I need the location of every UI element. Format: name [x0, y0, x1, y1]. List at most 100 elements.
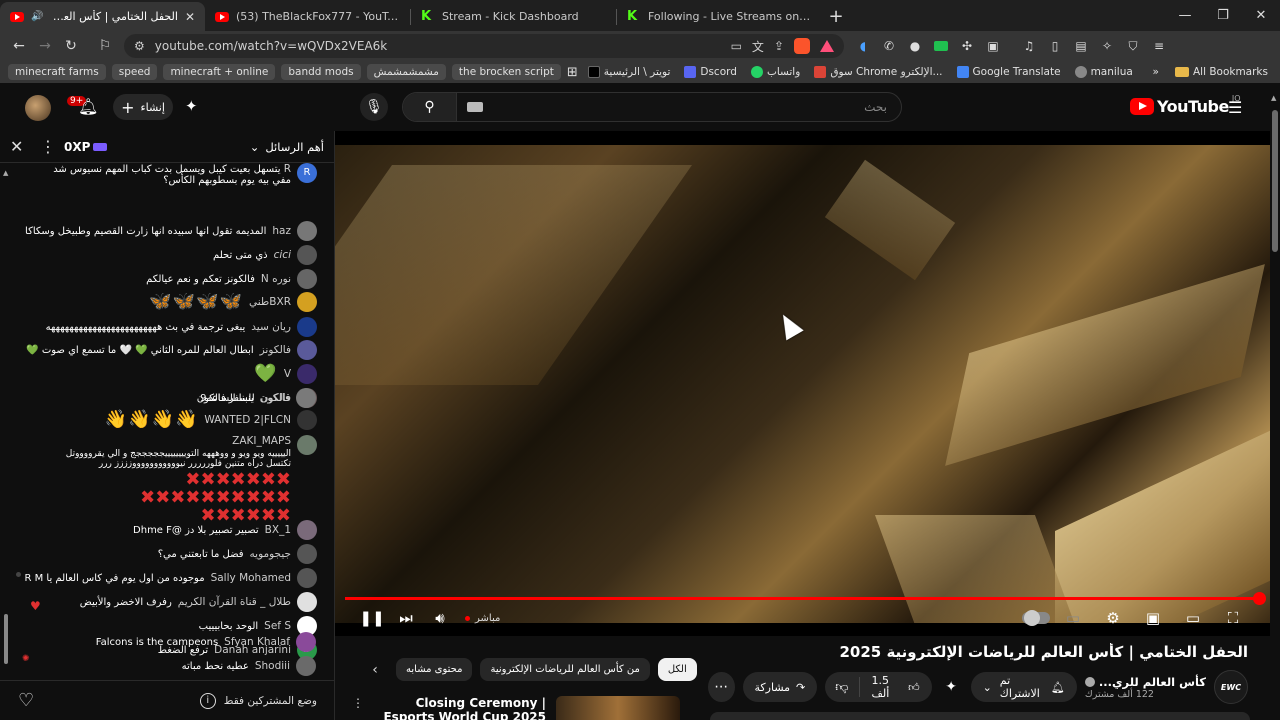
next-icon[interactable]: ⏭︎ [389, 604, 423, 632]
all-bookmarks-button[interactable]: All Bookmarks [1171, 66, 1272, 78]
share-button[interactable]: مشاركة ↷ [742, 672, 818, 702]
video-frame[interactable] [335, 145, 1270, 623]
apps-grid-icon[interactable]: ⊞ [567, 65, 578, 80]
media-icon[interactable]: ♫ [1018, 35, 1040, 57]
youtube-logo[interactable]: YouTube JO [1130, 94, 1241, 116]
recommended-video-thumbnail[interactable] [556, 696, 680, 720]
search-button[interactable]: ⚲ [403, 93, 457, 121]
chat-scrollbar[interactable]: ▲ [3, 169, 8, 674]
close-tab-icon[interactable]: ✕ [185, 10, 195, 24]
bookmark-icon[interactable]: ⚐ [92, 33, 118, 59]
translate-icon[interactable]: 文 [752, 38, 764, 55]
gaming-sparkle-icon[interactable]: ✦ [940, 679, 963, 695]
gaming-icon[interactable]: ✦ [185, 97, 198, 115]
miniplayer-icon[interactable]: ▣ [1136, 604, 1170, 632]
tab-youtube-active[interactable]: 🔊 الحفل الختامي | كأس العالم (53) ✕ [0, 2, 205, 31]
cast-icon[interactable]: ▭ [731, 39, 742, 53]
more-options-icon[interactable]: ⋮ [40, 137, 60, 156]
bookmark-folder[interactable]: bandd mods [281, 64, 361, 80]
create-button[interactable]: + إنشاء [113, 94, 173, 120]
bookmark-folder[interactable]: minecraft farms [8, 64, 106, 80]
brave-shields-icon[interactable] [794, 38, 810, 54]
progress-bar[interactable] [345, 592, 1266, 605]
menu-icon[interactable]: ≡ [1148, 35, 1170, 57]
chat-messages[interactable]: R R يتسهل بعيت كيبل ويسمل بدت كباب المهم… [0, 163, 335, 678]
puzzle-icon[interactable]: ✣ [956, 35, 978, 57]
green-extension-icon[interactable] [930, 35, 952, 57]
subscribed-button[interactable]: ⌄ تم الاشتراك 🔔︎ [970, 672, 1077, 702]
speaker-icon[interactable]: 🔊 [31, 11, 43, 22]
bookmark-folder[interactable]: minecraft + online [163, 64, 276, 80]
pause-icon[interactable]: ❚❚ [355, 604, 389, 632]
wallet-extension-icon[interactable]: ▤ [1070, 35, 1092, 57]
scroll-thumb[interactable] [1272, 110, 1278, 252]
bookmark-whatsapp[interactable]: واتساب [747, 66, 804, 78]
like-button[interactable]: 1.5 ألف 👍︎ [860, 674, 932, 700]
vpn-shield-icon[interactable]: ⛉ [1122, 35, 1144, 57]
chat-mode-dropdown[interactable]: ⌄ أهم الرسائل [250, 140, 324, 154]
close-chat-icon[interactable]: ✕ [10, 137, 40, 156]
bookmark-folder[interactable]: the brocken script [451, 64, 561, 80]
bookmark-chrome-store[interactable]: سوق Chrome الإلكترو... [810, 66, 946, 78]
autoplay-toggle[interactable] [1022, 610, 1050, 626]
info-icon[interactable]: i [199, 692, 216, 709]
reload-icon[interactable]: ↻ [58, 33, 84, 59]
description-box-edge[interactable] [710, 712, 1250, 720]
bookmark-manilua[interactable]: manilua [1071, 66, 1137, 78]
restore-icon[interactable]: ❐ [1204, 0, 1242, 30]
channel-avatar[interactable]: EWC [1214, 670, 1248, 704]
new-tab-button[interactable]: + [822, 2, 850, 31]
sidebar-icon[interactable]: ▯ [1044, 35, 1066, 57]
address-bar[interactable]: ⚙ youtube.com/watch?v=wQVDx2VEA6k ▭ 文 ⇪ [124, 34, 844, 58]
filter-chip-similar[interactable]: محتوى مشابه [396, 658, 473, 681]
minimize-icon[interactable]: — [1166, 0, 1204, 30]
dislike-button[interactable]: 👎︎ [825, 677, 860, 697]
back-icon[interactable]: ← [6, 33, 32, 59]
more-actions-button[interactable]: ⋯ [708, 672, 735, 702]
tab-youtube-channel[interactable]: (53) TheBlackFox777 - YouTube [205, 2, 410, 31]
settings-gear-icon[interactable]: ⚙ [1096, 604, 1130, 632]
voice-search-button[interactable]: 🎙︎ [360, 93, 388, 121]
scroll-thumb[interactable] [4, 614, 8, 664]
live-indicator[interactable]: مباشر [465, 613, 500, 624]
subtitles-icon[interactable]: ▭ [1056, 604, 1090, 632]
more-options-icon[interactable]: ⋮ [352, 696, 366, 720]
bookmarks-overflow-button[interactable]: » [1153, 66, 1159, 78]
bookmark-folder[interactable]: speed [111, 64, 158, 80]
screenshot-icon[interactable]: ▣ [982, 35, 1004, 57]
share-icon[interactable]: ⇪ [774, 39, 784, 53]
site-info-icon[interactable]: ⚙ [134, 39, 145, 53]
bookmark-twitter[interactable]: تويتر \ الرئيسية [584, 66, 675, 78]
notifications-bell-icon[interactable]: 🔔︎ [78, 97, 98, 116]
filter-chip-from-ewc[interactable]: من كأس العالم للرياضات الإلكترونية [480, 658, 650, 681]
tab-kick-following[interactable]: K Following - Live Streams on Kick [617, 2, 822, 31]
hamburger-menu-icon[interactable]: ☰ [1228, 98, 1242, 117]
filter-chip-all[interactable]: الكل [657, 658, 697, 681]
scroll-up-icon[interactable]: ▲ [1271, 94, 1276, 102]
tab-kick-dashboard[interactable]: K Stream - Kick Dashboard [411, 2, 616, 31]
chat-message: نوره N فالكونز تعكم و نعم عيالكم [146, 269, 317, 289]
page-scrollbar[interactable]: ▲ [1271, 92, 1279, 720]
heart-reaction-button[interactable]: ♡ [18, 690, 34, 711]
forward-icon[interactable]: → [32, 33, 58, 59]
close-window-icon[interactable]: ✕ [1242, 0, 1280, 30]
channel-name[interactable]: كأس العالم للري... [1084, 675, 1206, 689]
bookmark-discord[interactable]: Dscord [680, 66, 741, 78]
volume-icon[interactable]: 🔊︎ [423, 604, 457, 632]
leo-icon[interactable]: ✧ [1096, 35, 1118, 57]
account-avatar[interactable] [25, 95, 51, 121]
wallet-icon[interactable]: ◖ [852, 35, 874, 57]
circle-extension-icon[interactable]: ● [904, 35, 926, 57]
scroll-up-icon[interactable]: ▲ [3, 169, 8, 177]
recommended-video[interactable]: ⋮ Closing Ceremony | Esports World Cup 2… [352, 696, 692, 720]
search-input[interactable] [483, 100, 901, 114]
video-player[interactable]: ❚❚ ⏭︎ 🔊︎ مباشر ▭ ⚙ ▣ ▭ ⛶ [335, 131, 1270, 636]
theater-mode-icon[interactable]: ▭ [1176, 604, 1210, 632]
vpn-icon[interactable]: ✆ [878, 35, 900, 57]
bookmark-folder[interactable]: مشمشمشمش [366, 64, 446, 80]
brave-rewards-icon[interactable] [820, 40, 834, 52]
fullscreen-icon[interactable]: ⛶ [1216, 604, 1250, 632]
keyboard-icon[interactable] [467, 102, 483, 112]
bookmark-translate[interactable]: Google Translate [953, 66, 1065, 78]
chevron-left-icon[interactable]: ‹ [362, 662, 388, 678]
